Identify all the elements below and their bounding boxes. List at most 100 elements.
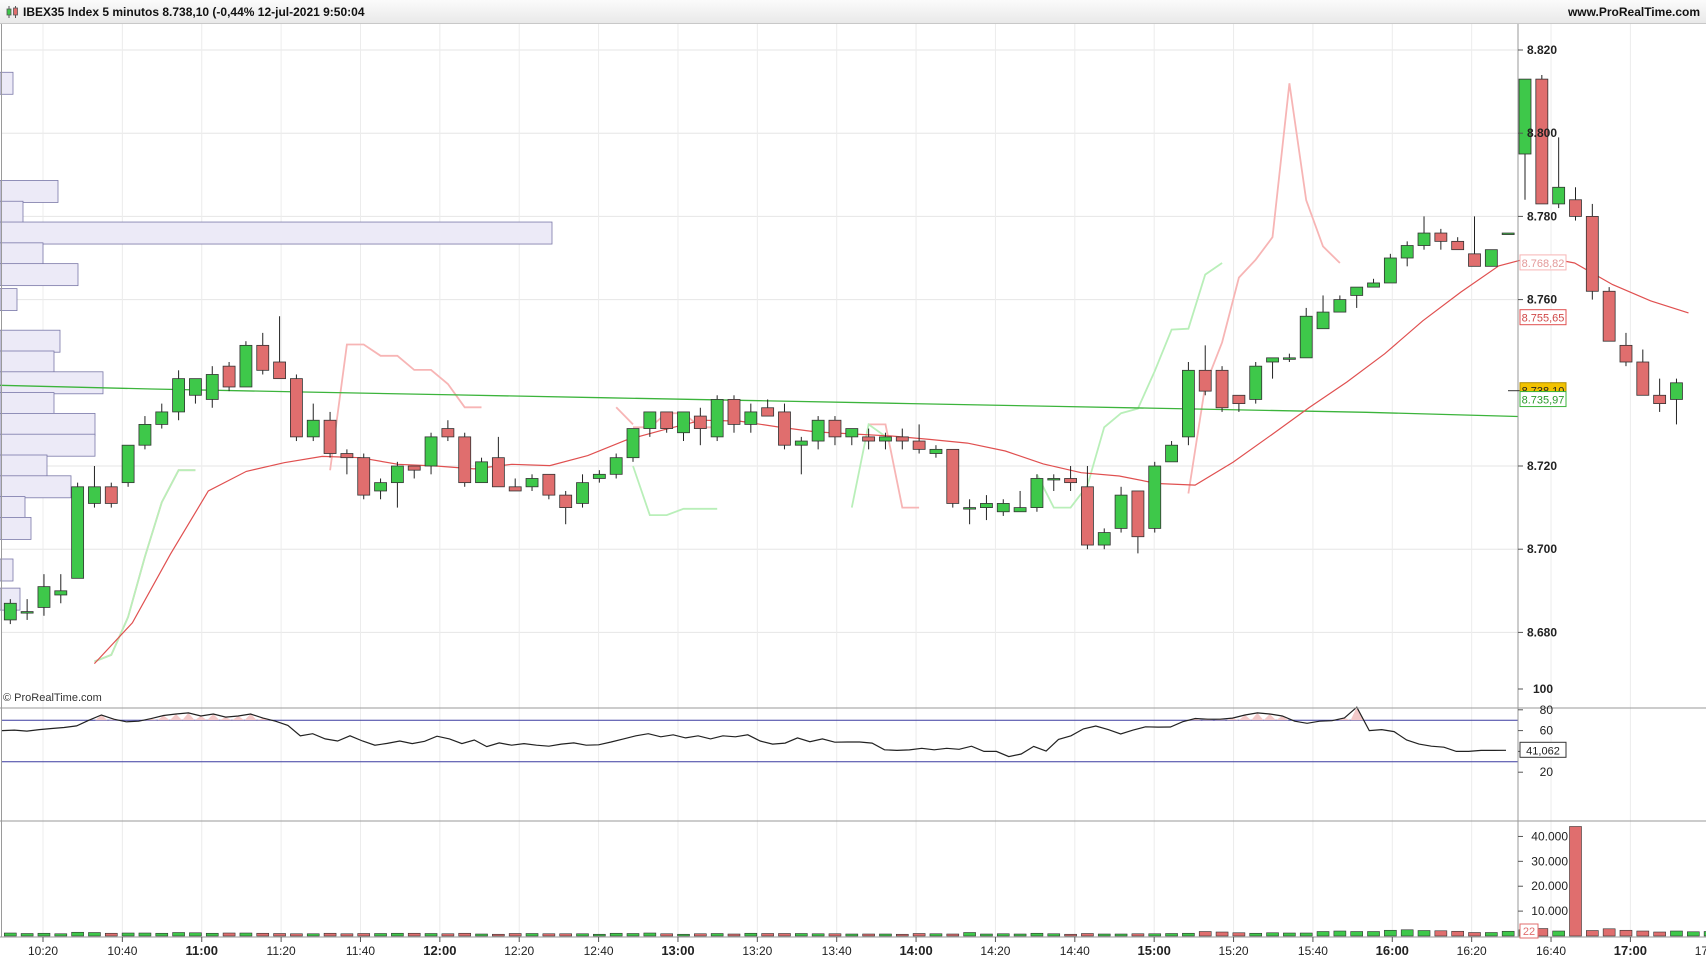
candle-up — [306, 419, 320, 438]
candle-up — [1114, 494, 1128, 529]
volume-bar — [593, 933, 606, 937]
time-tick-label: 10:40 — [107, 944, 137, 958]
candle-up — [1182, 369, 1195, 438]
candle-up — [1266, 357, 1279, 363]
candle-up — [626, 428, 640, 459]
volume-profile-bar — [0, 263, 79, 287]
volume-bar — [744, 932, 758, 937]
volume-bar — [37, 932, 51, 937]
volume-bar — [340, 933, 354, 937]
candle-down — [727, 399, 741, 425]
candle-up — [1282, 357, 1296, 360]
candle-down — [912, 440, 926, 450]
website-link[interactable]: www.ProRealTime.com — [1568, 5, 1700, 19]
candle-up — [155, 411, 169, 425]
candle-down — [1451, 240, 1465, 251]
volume-bar — [1249, 932, 1263, 937]
volume-bar — [1485, 932, 1498, 937]
candle-up — [390, 465, 404, 484]
volume-bar — [1670, 930, 1683, 937]
candle-down — [290, 378, 303, 438]
candle-down — [542, 473, 556, 496]
candle-up — [1383, 257, 1397, 284]
volume-bar — [1417, 930, 1431, 937]
volume-bar — [222, 932, 236, 937]
volume-bar — [374, 933, 387, 937]
volume-tick-label: 30.000 — [1531, 854, 1568, 868]
time-tick-label: 15:40 — [1298, 944, 1328, 958]
volume-bar — [306, 933, 320, 937]
volume-bar — [710, 933, 724, 937]
volume-bar — [1081, 933, 1094, 937]
volume-profile-bar — [0, 242, 44, 266]
candle-up — [424, 436, 438, 467]
volume-bar — [1266, 932, 1279, 937]
volume-profile-bar — [0, 288, 18, 312]
time-tick-label: 11:40 — [346, 944, 375, 958]
candle-up — [1670, 382, 1683, 400]
candle-up — [811, 419, 825, 442]
time-tick-label: 13:40 — [822, 944, 852, 958]
candle-up — [609, 457, 623, 475]
chart-candles-icon — [6, 6, 18, 18]
time-tick-label: 13:20 — [742, 944, 772, 958]
candle-down — [357, 457, 371, 496]
candle-down — [407, 465, 421, 471]
candle-up — [1165, 444, 1178, 463]
candle-up — [71, 486, 85, 579]
volume-bar — [727, 933, 741, 937]
candle-down — [256, 344, 270, 371]
candle-up — [1249, 365, 1263, 400]
candle-up — [138, 423, 152, 446]
price-tick-label: 8.820 — [1527, 43, 1557, 57]
volume-profile-bar — [0, 350, 55, 374]
volume-bar — [1501, 930, 1515, 937]
candle-up — [1350, 286, 1364, 296]
candle-up — [1013, 507, 1027, 513]
volume-bar — [643, 932, 657, 937]
volume-bar — [626, 933, 640, 937]
candle-up — [374, 482, 387, 492]
volume-tick-label: 10.000 — [1531, 904, 1568, 918]
candle-up — [20, 611, 34, 614]
chart-title: IBEX35 Index 5 minutos 8.738,10 (-0,44% … — [23, 5, 365, 19]
volume-bar — [1316, 931, 1330, 937]
price-tick-label: 8.800 — [1527, 126, 1557, 140]
volume-bar — [525, 933, 539, 937]
volume-bar — [1165, 933, 1178, 937]
candle-up — [54, 590, 68, 596]
volume-bar — [424, 933, 438, 937]
candle-up — [3, 602, 17, 621]
volume-bar — [205, 932, 219, 937]
time-tick-label: 16:20 — [1457, 944, 1487, 958]
watermark: © ProRealTime.com — [3, 692, 102, 704]
candle-down — [1653, 394, 1667, 404]
volume-profile-bar — [0, 180, 59, 203]
candle-up — [576, 482, 589, 504]
candle-up — [205, 374, 219, 400]
window-title-bar: IBEX35 Index 5 minutos 8.738,10 (-0,44% … — [0, 0, 1706, 24]
value-label: 8.755,65 — [1522, 313, 1565, 325]
chart-area[interactable]: 8.820 8.800 8.780 8.760 8.720 8.700 8.680 100 80… — [0, 24, 1706, 960]
rsi-tick-label: 80 — [1540, 703, 1554, 717]
candle-up — [996, 503, 1010, 513]
candle-up — [744, 411, 758, 425]
volume-bar — [1586, 930, 1599, 937]
volume-bar — [660, 933, 673, 937]
rsi-value: 41,062 — [1526, 745, 1560, 757]
candle-down — [1602, 290, 1616, 342]
rsi-tick-label: 100 — [1533, 682, 1553, 696]
candle-down — [761, 407, 775, 417]
volume-bar — [1182, 932, 1195, 937]
volume-bar — [795, 933, 808, 937]
volume-bar — [1619, 929, 1633, 937]
candle-up — [1501, 232, 1515, 235]
candle-up — [1417, 232, 1431, 246]
time-tick-label: 14:40 — [1060, 944, 1090, 958]
candle-up — [239, 344, 253, 388]
candle-down — [222, 365, 236, 388]
volume-bar — [609, 932, 623, 937]
candle-up — [710, 399, 724, 438]
time-tick-label: 17:00 — [1614, 943, 1647, 958]
volume-bar — [1602, 928, 1616, 937]
